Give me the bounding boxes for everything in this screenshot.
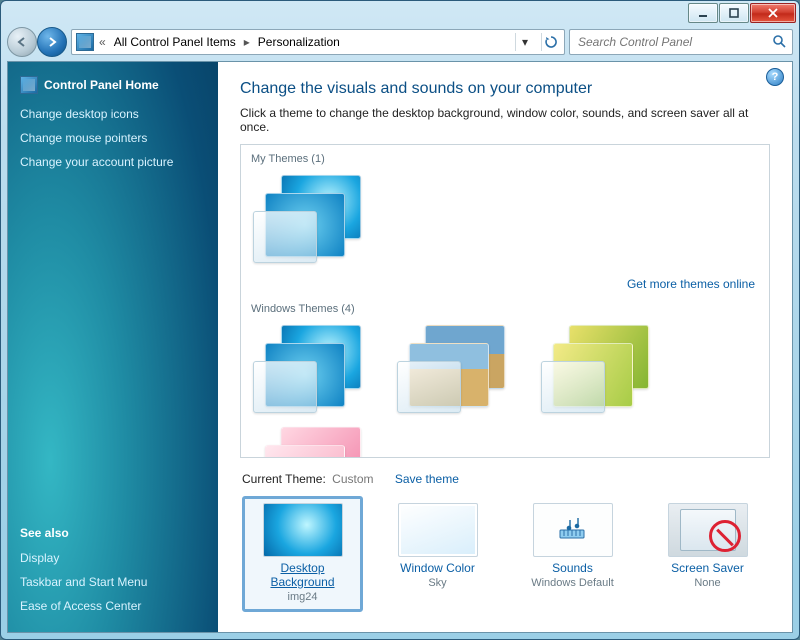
theme-item[interactable] [537,321,663,417]
setting-sounds[interactable]: Sounds Windows Default [512,496,633,612]
address-dropdown-button[interactable]: ▾ [515,33,534,51]
group-windows-themes: Windows Themes (4) [251,303,761,315]
chevron-right-icon: ▸ [244,35,250,49]
theme-item[interactable] [249,321,375,417]
breadcrumb-sep-icon: « [99,35,106,49]
desktop-background-icon [263,503,343,557]
sidebar-link[interactable]: Change desktop icons [20,102,206,126]
current-theme-line: Current Theme: Custom Save theme [242,472,770,486]
setting-screen-saver[interactable]: Screen Saver None [647,496,768,612]
address-bar[interactable]: « All Control Panel Items ▸ Personalizat… [71,29,565,55]
sidebar-home[interactable]: Control Panel Home [20,76,206,94]
minimize-button[interactable] [688,3,718,23]
search-icon [772,34,786,51]
sidebar-link[interactable]: Change your account picture [20,150,206,174]
theme-item[interactable] [249,423,375,457]
themes-container: My Themes (1) Get more themes online Win… [240,144,770,458]
breadcrumb-item[interactable]: All Control Panel Items [111,33,239,51]
titlebar [1,1,799,25]
get-more-themes-link[interactable]: Get more themes online [627,277,755,291]
window-color-icon [398,503,478,557]
help-button[interactable]: ? [766,68,784,86]
close-button[interactable] [750,3,796,23]
navbar: « All Control Panel Items ▸ Personalizat… [1,25,799,59]
control-panel-icon [76,33,94,51]
page-title: Change the visuals and sounds on your co… [240,80,770,98]
page-subtitle: Click a theme to change the desktop back… [240,106,770,134]
save-theme-link[interactable]: Save theme [395,472,459,486]
sounds-icon [533,503,613,557]
sidebar-link[interactable]: Change mouse pointers [20,126,206,150]
search-input[interactable] [576,34,772,50]
maximize-button[interactable] [719,3,749,23]
see-also-link[interactable]: Ease of Access Center [20,594,206,618]
themes-scroll[interactable]: My Themes (1) Get more themes online Win… [241,145,769,457]
see-also-link[interactable]: Taskbar and Start Menu [20,570,206,594]
screen-saver-icon [668,503,748,557]
control-panel-icon [20,76,38,94]
group-my-themes: My Themes (1) [251,153,761,165]
sidebar: Control Panel Home Change desktop icons … [8,62,218,632]
nav-forward-button[interactable] [37,27,67,57]
breadcrumb-item[interactable]: Personalization [255,33,343,51]
search-box[interactable] [569,29,793,55]
refresh-button[interactable] [541,33,560,51]
nav-back-button[interactable] [7,27,37,57]
see-also-link[interactable]: Display [20,546,206,570]
theme-item[interactable] [393,321,519,417]
theme-item[interactable] [249,171,375,267]
setting-window-color[interactable]: Window Color Sky [377,496,498,612]
setting-desktop-background[interactable]: Desktop Background img24 [242,496,363,612]
see-also-heading: See also [20,526,206,540]
current-theme-value: Custom [332,472,373,486]
